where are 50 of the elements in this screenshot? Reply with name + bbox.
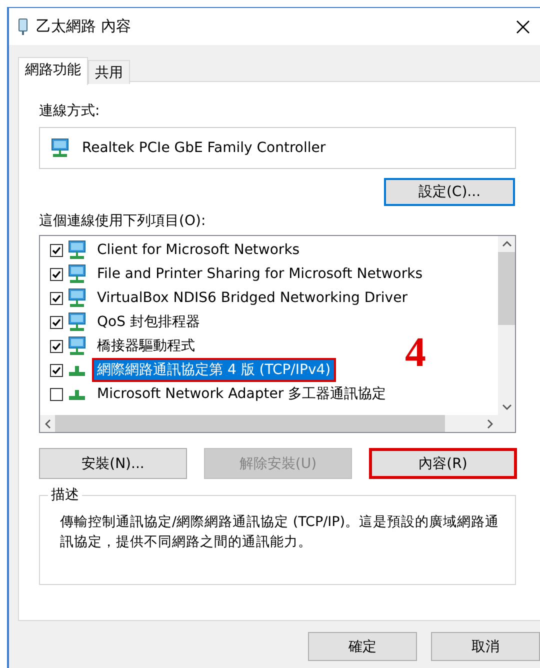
list-item[interactable]: QoS 封包排程器 [92,310,205,334]
check-icon [52,366,61,374]
action-button[interactable]: 內容(R) [369,448,517,479]
dialog-button[interactable]: 取消 [431,632,540,661]
section-label: 連線方式: [39,102,101,121]
check-icon [52,294,61,302]
tab[interactable]: 網路功能 [18,57,88,85]
checkbox[interactable] [50,292,63,304]
checkbox[interactable] [50,316,63,328]
checkbox[interactable] [50,340,63,352]
check-icon [52,342,61,350]
monitor-icon [67,312,87,332]
list-item[interactable]: VirtualBox NDIS6 Bridged Networking Driver [92,287,412,309]
ethernet-plug-icon [18,18,28,36]
list-item[interactable]: Microsoft Network Adapter 多工器通訊協定 [92,382,392,406]
monitor-icon [67,240,87,260]
monitor-icon [67,288,87,308]
step-number: 4 [405,332,426,374]
window-title: 乙太網路 內容 [36,17,132,36]
adapter-name: Realtek PCIe GbE Family Controller [82,140,326,156]
group-label: 描述 [48,486,82,504]
list-item[interactable]: File and Printer Sharing for Microsoft Networks [92,263,428,285]
horizontal-scrollbar[interactable] [40,415,498,432]
list-item[interactable]: Client for Microsoft Networks [92,239,305,261]
list-item[interactable]: 橋接器驅動程式 [92,334,200,358]
network-icon [69,390,85,400]
scroll-up-icon[interactable] [502,241,512,247]
configure-button[interactable]: 設定(C)... [384,178,515,206]
check-icon [52,246,61,254]
monitor-icon [67,264,87,284]
monitor-icon [67,336,87,356]
scroll-down-icon[interactable] [502,404,512,410]
check-icon [52,318,61,326]
vertical-scrollbar[interactable] [498,236,515,415]
network-icon [69,366,85,376]
scroll-right-icon[interactable] [486,418,494,428]
section-label: 這個連線使用下列項目(O): [39,212,207,231]
check-icon [52,270,61,278]
action-button[interactable]: 安裝(N)... [39,448,187,479]
checkbox[interactable] [50,364,63,376]
dialog-button[interactable]: 確定 [308,632,417,661]
tab[interactable]: 共用 [88,60,130,84]
close-icon[interactable] [516,20,530,34]
adapter-icon [50,138,70,158]
scroll-left-icon[interactable] [44,418,52,428]
checkbox[interactable] [50,388,63,400]
checkbox[interactable] [50,244,63,256]
description-text: 傳輸控制通訊協定/網際網路通訊協定 (TCP/IP)。這是預設的廣域網路通訊協定，提供不同網路之間的通訊能力。 [60,513,500,552]
list-item[interactable]: 網際網路通訊協定第 4 版 (TCP/IPv4) [92,358,336,382]
checkbox[interactable] [50,268,63,280]
